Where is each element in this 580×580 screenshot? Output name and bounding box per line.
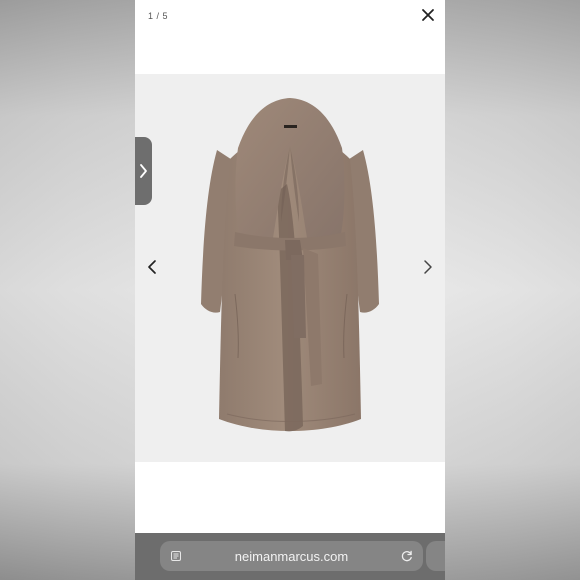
address-bar[interactable]: neimanmarcus.com: [160, 541, 423, 571]
gallery-top-bar: 1 / 5: [135, 0, 445, 36]
right-background-blur: [445, 0, 580, 580]
tab-preview-button[interactable]: [426, 541, 445, 571]
product-image-area[interactable]: [135, 74, 445, 462]
image-counter: 1 / 5: [148, 11, 169, 21]
side-drawer-handle[interactable]: [135, 137, 152, 205]
previous-image-button[interactable]: [145, 258, 161, 276]
coat-product-image: [201, 98, 379, 432]
chevron-left-icon: [148, 260, 156, 274]
close-icon: [422, 9, 434, 21]
url-text: neimanmarcus.com: [234, 549, 349, 564]
next-image-button[interactable]: [419, 258, 435, 276]
chevron-right-icon: [140, 164, 147, 178]
left-background-blur: [0, 0, 135, 580]
browser-toolbar: neimanmarcus.com: [135, 533, 445, 580]
mobile-screen: 1 / 5 neimanmarcus.com: [135, 0, 445, 580]
close-button[interactable]: [419, 6, 437, 24]
reload-icon[interactable]: [400, 549, 414, 563]
chevron-right-icon: [424, 260, 432, 274]
